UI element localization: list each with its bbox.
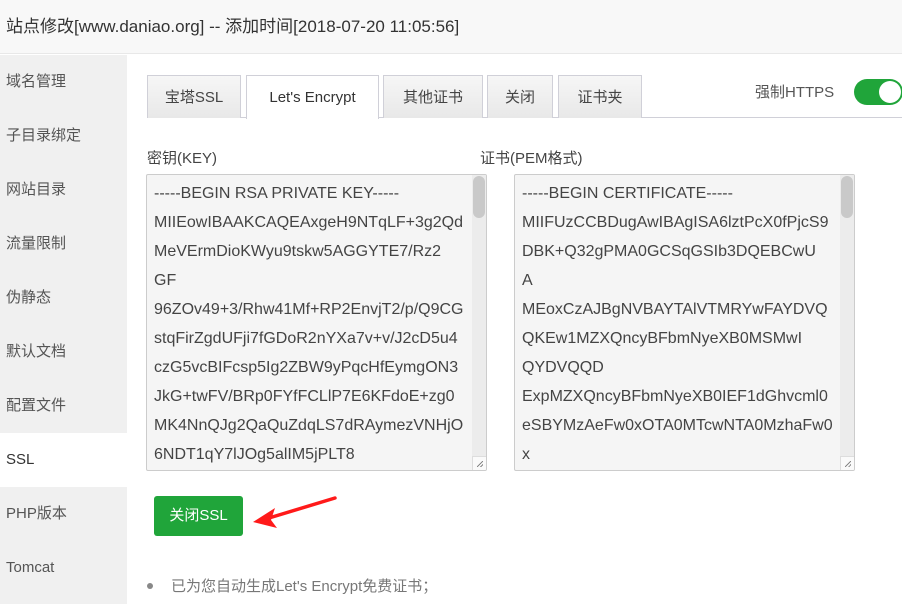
sidebar-item-site-directory[interactable]: 网站目录: [0, 163, 127, 217]
key-scrollbar[interactable]: [472, 175, 486, 470]
tab-lets-encrypt[interactable]: Let's Encrypt: [246, 75, 379, 119]
sidebar-item-php-version[interactable]: PHP版本: [0, 487, 127, 541]
key-resize-handle[interactable]: [472, 456, 486, 470]
red-arrow-annotation-icon: [253, 496, 337, 528]
tips-list: 已为您自动生成Let's Encrypt免费证书；: [145, 575, 437, 596]
key-textarea-content[interactable]: -----BEGIN RSA PRIVATE KEY----- MIIEowIB…: [147, 175, 472, 470]
ssl-panel: 宝塔SSL Let's Encrypt 其他证书 关闭 证书夹 强制HTTPS …: [127, 55, 902, 604]
key-scrollbar-thumb[interactable]: [473, 176, 485, 218]
tab-other-certificate[interactable]: 其他证书: [383, 75, 483, 118]
sidebar-item-traffic-limit[interactable]: 流量限制: [0, 217, 127, 271]
sidebar-item-default-document[interactable]: 默认文档: [0, 325, 127, 379]
sidebar-item-subdirectory-binding[interactable]: 子目录绑定: [0, 109, 127, 163]
key-textarea[interactable]: -----BEGIN RSA PRIVATE KEY----- MIIEowIB…: [146, 174, 487, 471]
force-https-label: 强制HTTPS: [755, 84, 835, 101]
tip-text: 已为您自动生成Let's Encrypt免费证书；: [171, 578, 438, 595]
sidebar-item-rewrite[interactable]: 伪静态: [0, 271, 127, 325]
certificate-scrollbar-thumb[interactable]: [841, 176, 853, 218]
tab-close[interactable]: 关闭: [487, 75, 553, 118]
force-https-toggle[interactable]: [854, 79, 902, 105]
tip-item: 已为您自动生成Let's Encrypt免费证书；: [145, 575, 437, 596]
sidebar: 域名管理 子目录绑定 网站目录 流量限制 伪静态 默认文档 配置文件 SSL P…: [0, 55, 127, 604]
tab-baota-ssl[interactable]: 宝塔SSL: [147, 75, 241, 118]
sidebar-item-config-file[interactable]: 配置文件: [0, 379, 127, 433]
sidebar-item-tomcat[interactable]: Tomcat: [0, 541, 127, 595]
certificate-label: 证书(PEM格式): [480, 150, 583, 167]
dialog-title: 站点修改[www.daniao.org] -- 添加时间[2018-07-20 …: [0, 0, 902, 54]
tab-certificate-folder[interactable]: 证书夹: [558, 75, 642, 118]
close-ssl-button[interactable]: 关闭SSL: [154, 496, 243, 536]
toggle-knob: [879, 81, 901, 103]
certificate-textarea[interactable]: -----BEGIN CERTIFICATE----- MIIFUzCCBDug…: [514, 174, 855, 471]
sidebar-item-ssl[interactable]: SSL: [0, 433, 127, 487]
certificate-textarea-content[interactable]: -----BEGIN CERTIFICATE----- MIIFUzCCBDug…: [515, 175, 840, 470]
certificate-scrollbar[interactable]: [840, 175, 854, 470]
bullet-icon: [147, 583, 153, 589]
certificate-resize-handle[interactable]: [840, 456, 854, 470]
key-label: 密钥(KEY): [147, 150, 218, 167]
sidebar-item-domain-management[interactable]: 域名管理: [0, 55, 127, 109]
